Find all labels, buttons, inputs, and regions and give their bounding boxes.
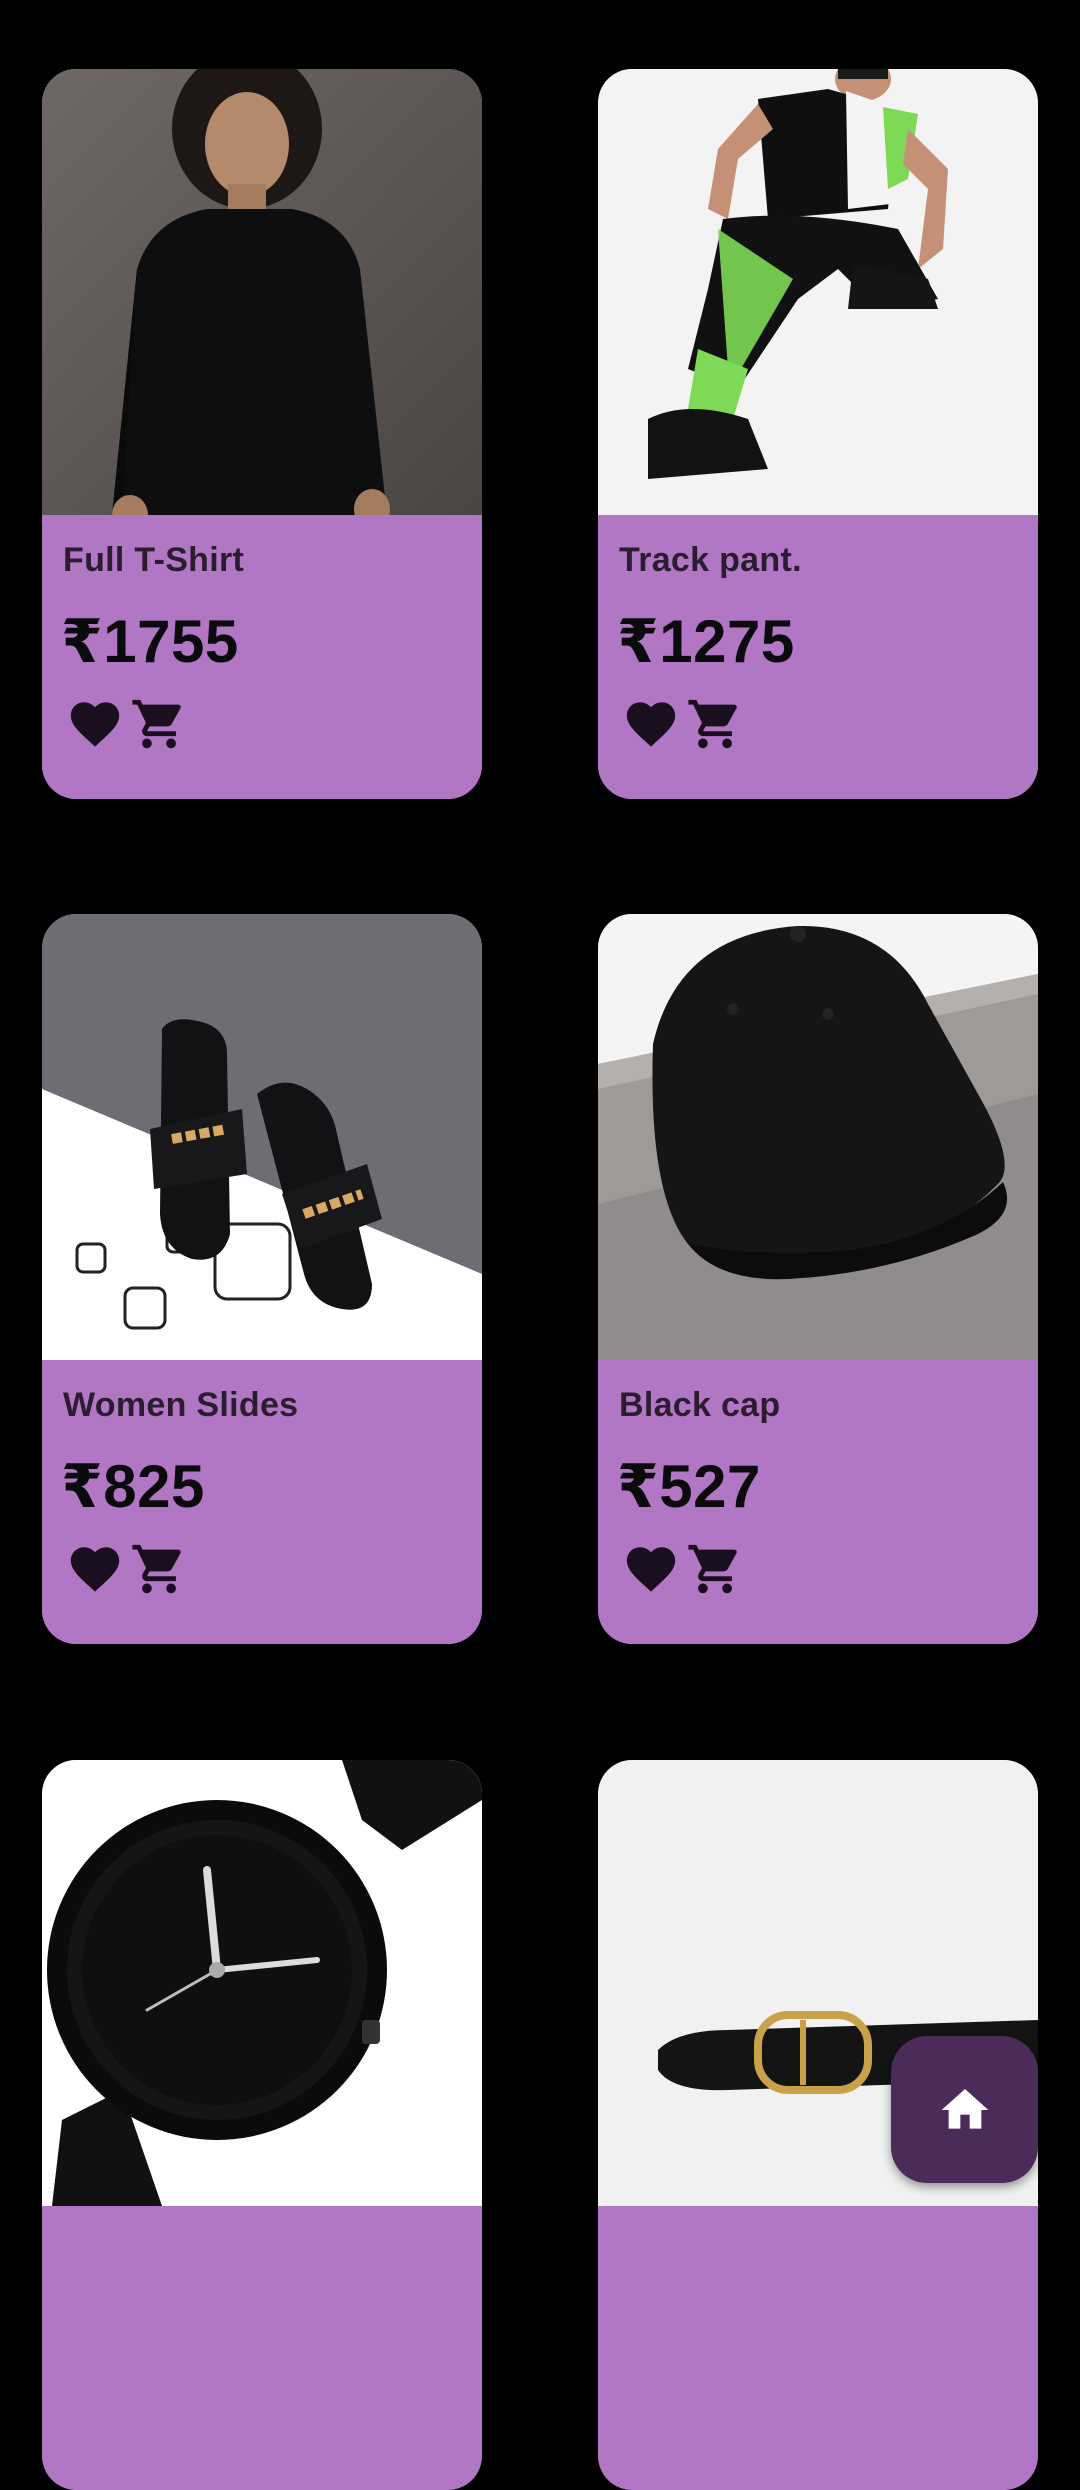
product-card-full-tshirt[interactable]: Full T-Shirt ₹1755 <box>42 69 482 799</box>
product-info: Track pant. ₹1275 <box>598 515 1038 799</box>
product-info: Full T-Shirt ₹1755 <box>42 515 482 799</box>
product-name: Women Slides <box>63 1386 299 1424</box>
heart-icon[interactable] <box>622 1540 680 1598</box>
product-card-women-slides[interactable]: Women Slides ₹825 <box>42 914 482 1644</box>
product-image[interactable] <box>598 69 1038 515</box>
product-price: ₹825 <box>61 1453 205 1520</box>
product-actions <box>66 1540 188 1604</box>
product-info: Black cap ₹527 <box>598 1360 1038 1644</box>
product-card-watch[interactable] <box>42 1760 482 2490</box>
cart-icon[interactable] <box>686 1540 744 1598</box>
cart-icon[interactable] <box>686 695 744 753</box>
product-price: ₹527 <box>617 1453 761 1520</box>
heart-icon[interactable] <box>66 695 124 753</box>
product-name: Track pant. <box>619 541 802 579</box>
cart-icon[interactable] <box>130 695 188 753</box>
product-price: ₹1275 <box>617 608 795 675</box>
product-image[interactable] <box>42 914 482 1360</box>
product-price: ₹1755 <box>61 608 239 675</box>
product-actions <box>622 695 744 759</box>
cart-icon[interactable] <box>130 1540 188 1598</box>
product-actions <box>66 695 188 759</box>
product-image[interactable] <box>42 69 482 515</box>
home-icon <box>941 2088 988 2129</box>
product-info: Women Slides ₹825 <box>42 1360 482 1644</box>
product-card-track-pant[interactable]: Track pant. ₹1275 <box>598 69 1038 799</box>
product-grid: Full T-Shirt ₹1755 Track pant. ₹1275 Wom… <box>0 0 1080 2490</box>
product-image[interactable] <box>598 914 1038 1360</box>
product-name: Black cap <box>619 1386 781 1424</box>
product-name: Full T-Shirt <box>63 541 245 579</box>
heart-icon[interactable] <box>66 1540 124 1598</box>
product-image[interactable] <box>42 1760 482 2206</box>
product-card-black-cap[interactable]: Black cap ₹527 <box>598 914 1038 1644</box>
home-button[interactable] <box>891 2036 1038 2183</box>
product-actions <box>622 1540 744 1604</box>
heart-icon[interactable] <box>622 695 680 753</box>
